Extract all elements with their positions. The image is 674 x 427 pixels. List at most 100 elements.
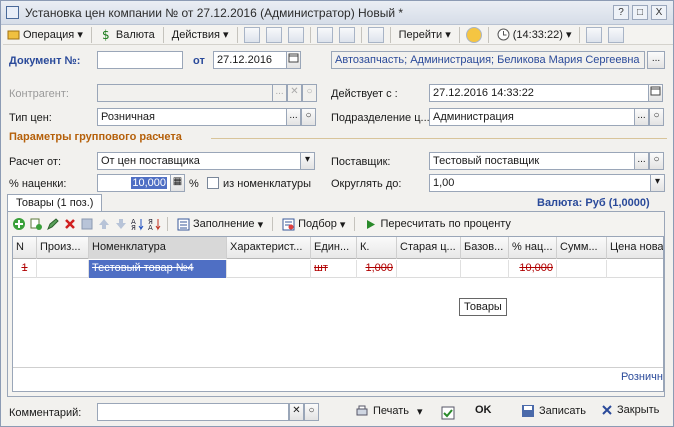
hierarchy-icon[interactable] bbox=[586, 26, 603, 43]
document-icon bbox=[6, 6, 19, 19]
delete-icon[interactable] bbox=[63, 217, 77, 231]
save-button[interactable]: Записать bbox=[521, 404, 586, 418]
ok-button[interactable]: OK bbox=[475, 404, 492, 416]
tab-goods[interactable]: Товары (1 поз.) bbox=[7, 194, 103, 212]
column-header[interactable]: К. bbox=[357, 237, 397, 259]
sort-desc-icon[interactable]: ЯA bbox=[148, 217, 162, 231]
price-type-search-button[interactable]: ○ bbox=[301, 108, 316, 126]
floppy-icon bbox=[522, 405, 534, 417]
valid-from-label: Действует с : bbox=[331, 88, 398, 100]
column-header[interactable]: Старая ц... bbox=[397, 237, 461, 259]
comment-search-button[interactable]: ○ bbox=[304, 403, 319, 421]
organization-select-button[interactable]: ... bbox=[647, 51, 665, 69]
supplier-search-button[interactable]: ○ bbox=[649, 152, 664, 170]
column-header[interactable]: Характерист... bbox=[227, 237, 311, 259]
department-select-button[interactable]: ... bbox=[634, 108, 649, 126]
organization-field[interactable]: Автозапчасть; Администрация; Беликова Ма… bbox=[331, 51, 645, 69]
printer-icon bbox=[356, 405, 368, 416]
report-icon[interactable] bbox=[338, 26, 355, 43]
structure-icon[interactable] bbox=[367, 26, 384, 43]
valid-from-calendar-button[interactable] bbox=[648, 84, 663, 102]
pick-menu-button[interactable]: Подбор ▾ bbox=[278, 215, 349, 233]
doc-number-field[interactable] bbox=[97, 51, 183, 69]
calc-from-select[interactable]: От цен поставщика bbox=[97, 152, 301, 170]
new-price-cell[interactable] bbox=[607, 260, 663, 278]
nomenclature-cell[interactable]: Тестовый товар №4 bbox=[89, 260, 227, 278]
supplier-select-button[interactable]: ... bbox=[634, 152, 649, 170]
print-menu-button[interactable]: Печать ▾ bbox=[355, 404, 423, 418]
price-type-field[interactable]: Розничная bbox=[97, 108, 287, 126]
comment-field[interactable] bbox=[97, 403, 289, 421]
from-nomenclature-checkbox[interactable] bbox=[207, 177, 219, 189]
round-select[interactable]: 1,00 bbox=[429, 174, 651, 192]
producer-cell[interactable] bbox=[37, 260, 89, 278]
column-header[interactable]: Сумм... bbox=[557, 237, 607, 259]
characteristic-cell[interactable] bbox=[227, 260, 311, 278]
help-button[interactable]: ? bbox=[613, 5, 629, 20]
department-search-button[interactable]: ○ bbox=[649, 108, 664, 126]
move-down-icon[interactable] bbox=[114, 217, 128, 231]
column-header[interactable]: Базов... bbox=[461, 237, 509, 259]
counterparty-search-button[interactable]: ○ bbox=[302, 84, 317, 102]
base-price-cell[interactable] bbox=[461, 260, 509, 278]
column-header[interactable]: % нац... bbox=[509, 237, 557, 259]
counterparty-clear-button[interactable]: ✕ bbox=[287, 84, 302, 102]
sort-asc-icon[interactable]: AЯ bbox=[131, 217, 145, 231]
time-button[interactable]: (14:33:22) ▾ bbox=[493, 26, 576, 44]
column-header[interactable]: Произ... bbox=[37, 237, 89, 259]
calendar-button[interactable] bbox=[286, 51, 301, 69]
save-row-icon[interactable] bbox=[80, 217, 94, 231]
counterparty-field[interactable] bbox=[97, 84, 273, 102]
currency-button[interactable]: $ Валюта bbox=[96, 26, 159, 44]
goods-table[interactable]: N Произ... Номенклатура Характерист... Е… bbox=[12, 236, 664, 392]
counterparty-select-button[interactable]: ... bbox=[272, 84, 287, 102]
list-icon[interactable] bbox=[608, 26, 625, 43]
sum-cell[interactable] bbox=[557, 260, 607, 278]
row-number-cell[interactable]: 1 bbox=[13, 260, 37, 278]
old-price-cell[interactable] bbox=[397, 260, 461, 278]
comment-clear-button[interactable]: ✕ bbox=[289, 403, 304, 421]
edit-icon[interactable] bbox=[46, 217, 60, 231]
coefficient-cell[interactable]: 1,000 bbox=[357, 260, 397, 278]
actions-label: Действия bbox=[171, 28, 220, 41]
copy-icon[interactable] bbox=[287, 26, 304, 43]
close-button[interactable]: Закрыть bbox=[601, 404, 659, 416]
price-type-select-button[interactable]: ... bbox=[286, 108, 301, 126]
maximize-button[interactable]: □ bbox=[632, 5, 648, 20]
column-header[interactable]: Номенклатура bbox=[89, 237, 227, 259]
svg-text:Я: Я bbox=[131, 224, 136, 231]
table-row[interactable]: 1 Тестовый товар №4 шт 1,000 10,000 bbox=[13, 260, 663, 278]
department-field[interactable]: Администрация bbox=[429, 108, 635, 126]
supplier-field[interactable]: Тестовый поставщик bbox=[429, 152, 635, 170]
goto-menu-button[interactable]: Перейти ▾ bbox=[395, 26, 455, 44]
markup-field[interactable]: 10,000 bbox=[97, 174, 171, 192]
add-icon[interactable] bbox=[12, 217, 26, 231]
fill-menu-button[interactable]: Заполнение ▾ bbox=[173, 215, 267, 233]
doc-date-field[interactable]: 27.12.2016 bbox=[213, 51, 287, 69]
recalc-button[interactable]: Пересчитать по проценту bbox=[360, 215, 514, 233]
calculator-button[interactable]: ▦ bbox=[170, 174, 185, 192]
unit-cell[interactable]: шт bbox=[311, 260, 357, 278]
close-window-button[interactable]: X bbox=[651, 5, 667, 20]
title-bar: Установка цен компании № от 27.12.2016 (… bbox=[1, 1, 673, 25]
calc-from-dropdown-button[interactable]: ▾ bbox=[300, 152, 315, 170]
export-icon[interactable] bbox=[316, 26, 333, 43]
column-header[interactable]: Цена нова bbox=[607, 237, 663, 259]
unpost-icon[interactable] bbox=[265, 26, 282, 43]
round-dropdown-button[interactable]: ▾ bbox=[650, 174, 665, 192]
post-icon[interactable] bbox=[243, 26, 260, 43]
operation-menu-button[interactable]: Операция ▾ bbox=[3, 26, 87, 44]
post-check-icon[interactable] bbox=[441, 406, 455, 420]
save-label: Записать bbox=[539, 405, 587, 417]
help-icon[interactable] bbox=[465, 26, 482, 43]
move-up-icon[interactable] bbox=[97, 217, 111, 231]
goods-tooltip: Товары bbox=[459, 298, 507, 316]
valid-from-field[interactable]: 27.12.2016 14:33:22 bbox=[429, 84, 649, 102]
markup-value: 10,000 bbox=[131, 177, 167, 189]
column-header[interactable]: Един... bbox=[311, 237, 357, 259]
markup-percent-cell[interactable]: 10,000 bbox=[509, 260, 557, 278]
column-header[interactable]: N bbox=[13, 237, 37, 259]
copy-row-icon[interactable] bbox=[29, 217, 43, 231]
close-label: Закрыть bbox=[617, 404, 660, 416]
actions-menu-button[interactable]: Действия ▾ bbox=[168, 26, 233, 44]
